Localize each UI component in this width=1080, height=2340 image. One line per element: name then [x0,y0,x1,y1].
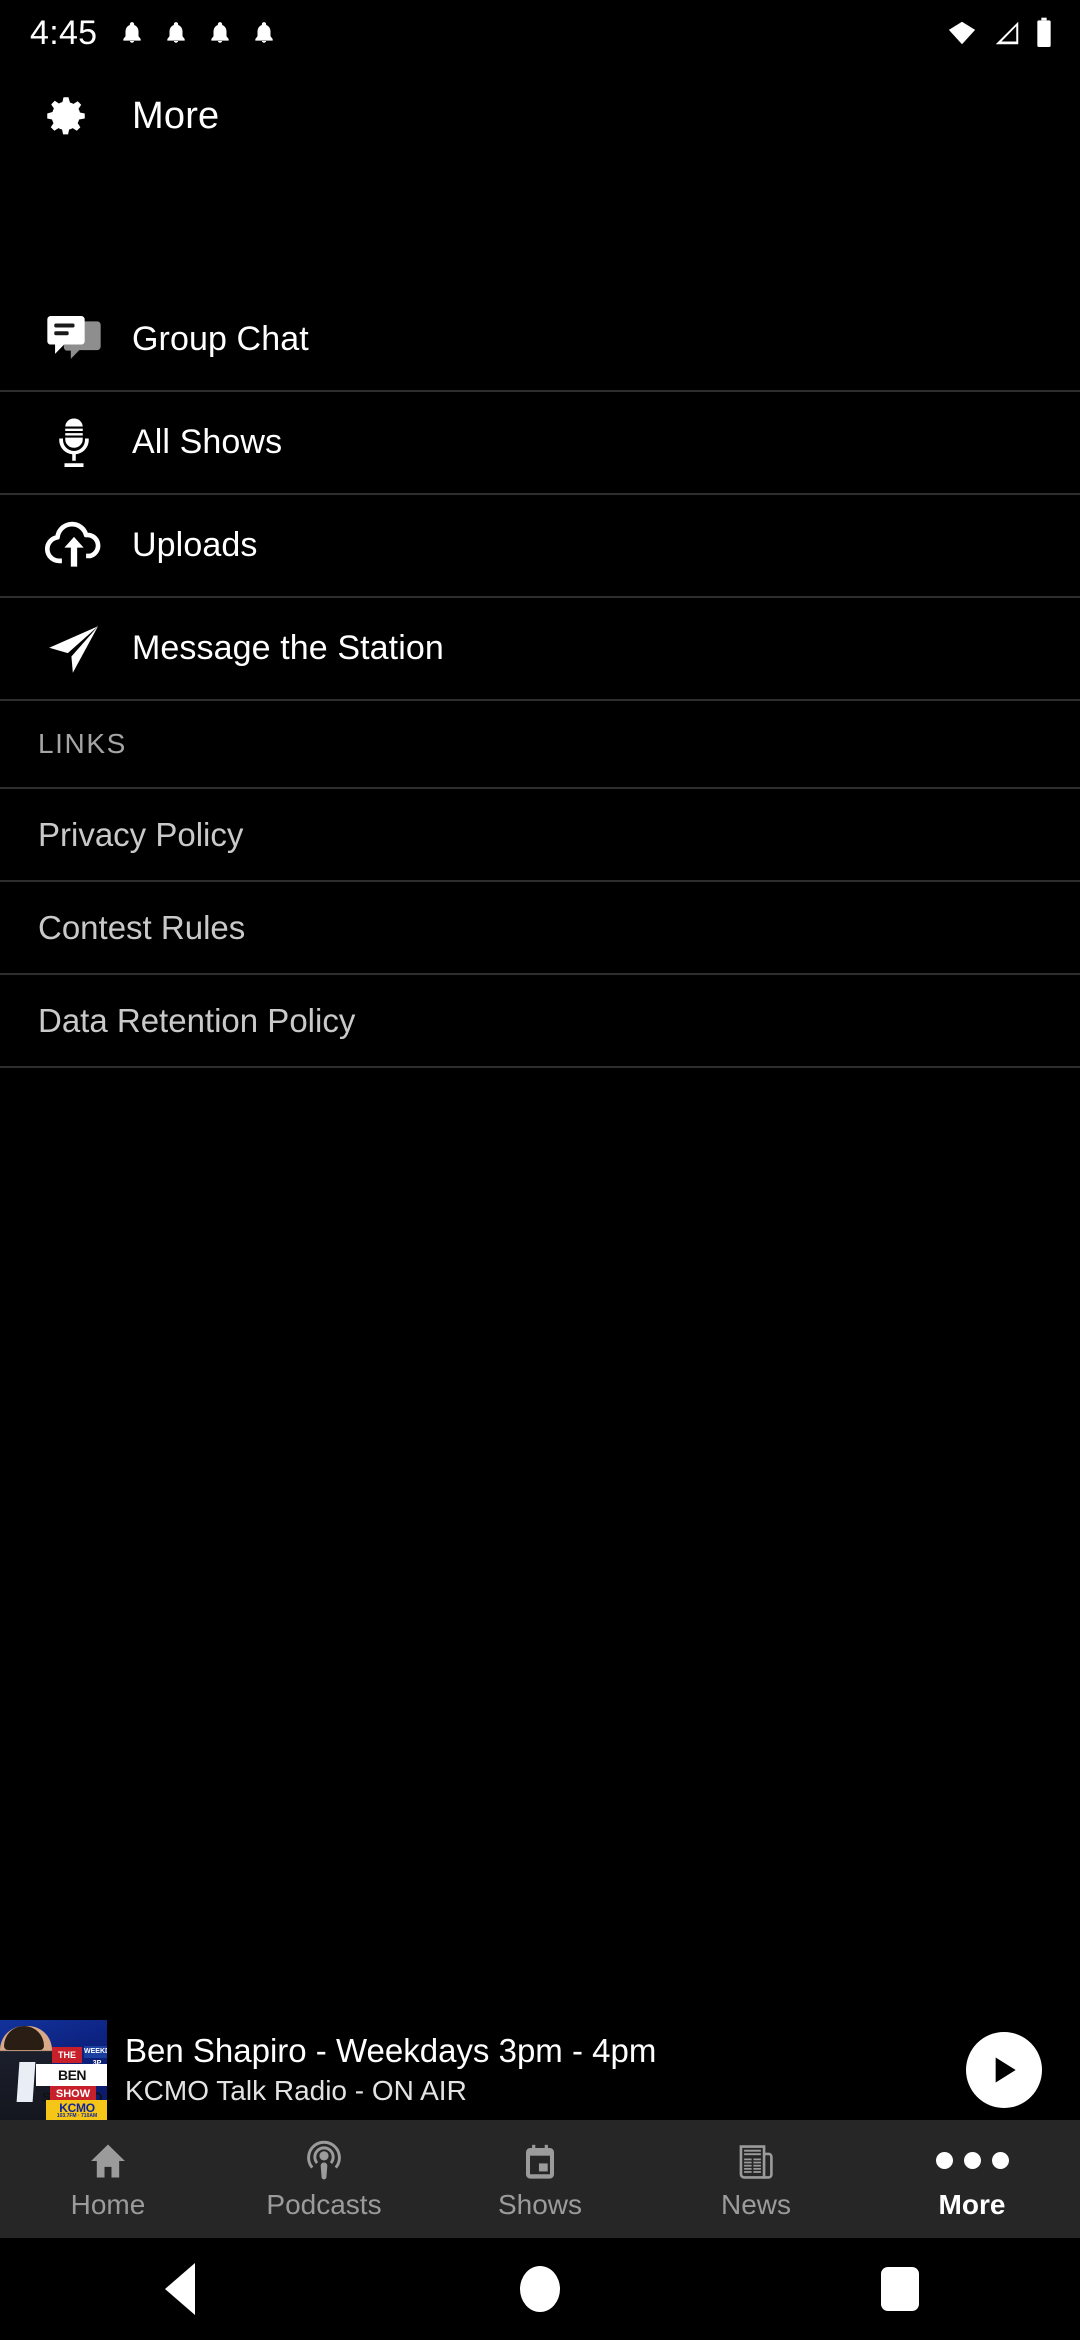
system-home-button[interactable] [360,2266,720,2312]
menu-item-label: Message the Station [132,629,444,667]
system-back-button[interactable] [0,2263,360,2315]
battery-icon [1037,17,1051,47]
bottom-navigation: Home Podcasts Shows News More [0,2120,1080,2238]
home-icon [86,2137,130,2183]
now-playing-subtitle: KCMO Talk Radio - ON AIR [125,2075,467,2106]
play-icon [995,2057,1016,2083]
link-item-label: Data Retention Policy [38,1001,356,1039]
link-item-label: Contest Rules [38,908,246,946]
newspaper-icon [735,2137,777,2183]
podcast-icon [302,2137,346,2183]
link-item-privacy-policy[interactable]: Privacy Policy [0,789,1080,882]
status-bar: 4:45 [0,0,1080,66]
cloud-upload-icon [30,513,118,579]
tab-more[interactable]: More [864,2137,1080,2221]
tab-label: Shows [497,2189,583,2220]
page-title: More [132,94,220,137]
bell-icon [167,22,186,43]
menu-item-label: All Shows [132,423,283,461]
bell-icon [211,22,230,43]
links-section-title: LINKS [38,728,127,759]
system-navigation-bar [0,2238,1080,2340]
signal-icon [995,21,1019,45]
tab-home[interactable]: Home [0,2137,216,2221]
now-playing-title: Ben Shapiro - Weekdays 3pm - 4pm [125,2032,657,2069]
menu-item-all-shows[interactable]: All Shows [0,392,1080,495]
tab-label: Podcasts [266,2189,382,2220]
calendar-icon [519,2137,561,2183]
link-item-contest-rules[interactable]: Contest Rules [0,882,1080,975]
status-time: 4:45 [30,13,98,52]
menu-item-message-the-station[interactable]: Message the Station [0,598,1080,701]
more-dots-icon [935,2137,1009,2183]
gear-icon[interactable] [40,90,92,142]
menu-item-label: Group Chat [132,320,309,358]
home-circle-icon [520,2266,560,2312]
link-item-label: Privacy Policy [38,815,244,853]
link-item-data-retention-policy[interactable]: Data Retention Policy [0,975,1080,1068]
artwork-badge-weekdays: WEEKDAYS 3P [84,2048,107,2067]
artwork-badge-name: BEN SHAPIRO [42,2067,103,2105]
mini-player[interactable]: THE WEEKDAYS 3P BEN SHAPIRO SHOW KCMO 10… [0,2020,1080,2120]
links-section-header: LINKS [0,701,1080,789]
chat-bubbles-icon [30,308,118,372]
tab-news[interactable]: News [648,2137,864,2221]
now-playing-text: Ben Shapiro - Weekdays 3pm - 4pm KCMO Ta… [125,2030,966,2110]
back-triangle-icon [165,2263,195,2315]
menu-item-group-chat[interactable]: Group Chat [0,289,1080,392]
status-system-icons [944,17,1054,49]
list-top-spacer [0,166,1080,289]
recents-square-icon [881,2267,919,2311]
menu-list: Group Chat All Shows Uploads Message the… [0,166,1080,2020]
microphone-icon [30,413,118,473]
tab-label: Home [70,2189,146,2220]
artwork-badge-the: THE [58,2050,76,2060]
tab-label: More [938,2189,1006,2220]
artwork-badge-frequency: 103.7FM · 710AM [56,2113,98,2119]
bell-icon [123,22,142,43]
menu-item-label: Uploads [132,526,258,564]
menu-item-uploads[interactable]: Uploads [0,495,1080,598]
send-paper-plane-icon [30,618,118,680]
status-notification-icons [119,18,277,48]
tab-podcasts[interactable]: Podcasts [216,2137,432,2221]
app-screen: 4:45 More Group Chat All Shows Uploads M… [0,0,1080,2340]
bell-icon [255,22,274,43]
app-bar: More [0,66,1080,166]
now-playing-artwork: THE WEEKDAYS 3P BEN SHAPIRO SHOW KCMO 10… [0,2020,107,2120]
tab-shows[interactable]: Shows [432,2137,648,2221]
system-recents-button[interactable] [720,2267,1080,2311]
wifi-icon [948,21,976,45]
play-button[interactable] [966,2032,1042,2108]
tab-label: News [720,2189,791,2220]
